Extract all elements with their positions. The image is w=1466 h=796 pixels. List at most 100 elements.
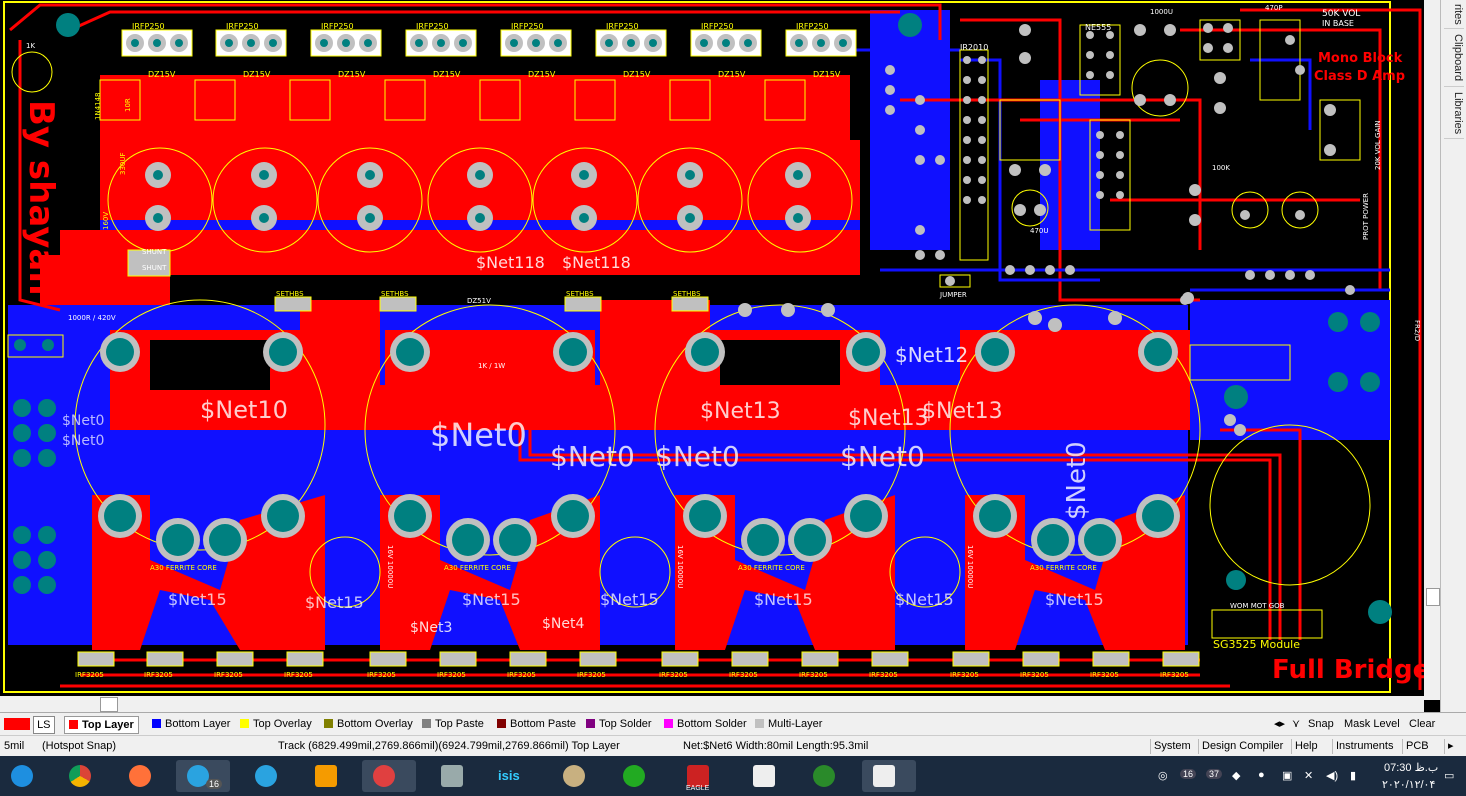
snap-button[interactable]: Snap (1308, 716, 1334, 732)
green-app-icon[interactable] (612, 760, 656, 792)
component-label: IRF3205 (214, 671, 243, 679)
layer-tab-top-solder[interactable]: Top Solder (586, 716, 652, 732)
tray-app-icon[interactable]: ◆ (1232, 769, 1240, 782)
layer-tab-label: Top Solder (599, 718, 652, 730)
component-label: IRFP250 (511, 22, 544, 31)
net-label: $Net15 (168, 590, 227, 609)
net-label: $Net13 (848, 406, 929, 431)
layer-tab-label: Top Paste (435, 718, 484, 730)
layer-tab-top-layer[interactable]: Top Layer (64, 716, 139, 734)
horizontal-scrollbar[interactable] (0, 696, 1424, 712)
chrome-icon[interactable] (58, 760, 102, 792)
net-label: $Net118 (476, 253, 545, 272)
layer-color-swatch (664, 719, 673, 728)
grid-size: 5mil (4, 740, 25, 752)
media-player-icon[interactable] (304, 760, 348, 792)
panel-tab-libraries[interactable]: Libraries (1444, 88, 1464, 139)
vertical-scroll-thumb[interactable] (1426, 588, 1440, 606)
volume-icon[interactable]: ◀) (1326, 769, 1338, 782)
telegram-desktop-icon[interactable]: 16 (176, 760, 230, 792)
design-compiler-button[interactable]: Design Compiler (1198, 739, 1286, 754)
panel-expand-icon[interactable]: ▸ (1444, 739, 1457, 754)
scanner-2-icon[interactable] (862, 760, 916, 792)
layer-tab-label: Bottom Solder (677, 718, 747, 730)
signal-icon[interactable]: ▮ (1350, 769, 1356, 782)
net-label: $Net0 (1062, 441, 1092, 520)
layer-color-swatch (422, 719, 431, 728)
layer-color-swatch (586, 719, 595, 728)
component-label: IRF3205 (659, 671, 688, 679)
paint-icon[interactable] (552, 760, 596, 792)
component-label: IRF3205 (144, 671, 173, 679)
snap-icon[interactable]: ⋎ (1292, 716, 1300, 732)
layer-tab-label: Bottom Overlay (337, 718, 413, 730)
class-d-text: Class D Amp (1314, 69, 1405, 84)
component-label: 20K VOL GAIN (1374, 120, 1382, 170)
instruments-button[interactable]: Instruments (1332, 739, 1396, 754)
layer-color-swatch (324, 719, 333, 728)
pcb-canvas[interactable]: By shayan Full Bridge SG3525 Module Mono… (0, 0, 1440, 712)
hotspot-snap: (Hotspot Snap) (42, 740, 116, 752)
net-label: $Net15 (600, 590, 659, 609)
isis-icon[interactable]: isis (490, 760, 534, 792)
system-button[interactable]: System (1150, 739, 1194, 754)
component-label: IRFP250 (796, 22, 829, 31)
right-dock-panel: rites Clipboard Libraries (1440, 0, 1466, 712)
tray-badge[interactable]: 16 (1180, 769, 1197, 779)
layer-nav-arrows[interactable]: ◂▸ (1274, 716, 1285, 732)
layer-tab-multi-layer[interactable]: Multi-Layer (755, 716, 822, 732)
clock-date[interactable]: ۲۰۲۰/۱۲/۰۴ (1382, 778, 1435, 791)
component-label: DZ15V (813, 70, 841, 79)
horizontal-scroll-thumb[interactable] (100, 697, 118, 712)
pcb-board[interactable]: By shayan Full Bridge SG3525 Module Mono… (0, 0, 1440, 712)
component-label: 1K / 1W (478, 362, 505, 370)
panel-tab-clipboard[interactable]: Clipboard (1444, 30, 1464, 87)
component-label: SETHBS (381, 290, 409, 298)
help-button[interactable]: Help (1291, 739, 1321, 754)
layer-tab-bottom-paste[interactable]: Bottom Paste (497, 716, 576, 732)
scanner-icon[interactable] (742, 760, 786, 792)
tray-app-icon[interactable]: ✕ (1304, 769, 1313, 782)
layer-tab-bottom-layer[interactable]: Bottom Layer (152, 716, 230, 732)
layer-tab-top-overlay[interactable]: Top Overlay (240, 716, 312, 732)
ls-button[interactable]: LS (4, 716, 55, 734)
browser-globe-icon[interactable] (802, 760, 846, 792)
layer-color-swatch (497, 719, 506, 728)
board-title-text: Full Bridge (1272, 655, 1430, 685)
component-label: 1N4148 (94, 92, 102, 120)
component-label: 1000R / 420V (68, 314, 116, 322)
calculator-icon[interactable] (430, 760, 474, 792)
component-label: 470P (1265, 4, 1283, 12)
component-label: 50K VOL (1322, 9, 1360, 19)
network-tray-icon[interactable]: ◎ (1158, 769, 1168, 782)
tray-badge[interactable]: 37 (1206, 769, 1223, 779)
layer-tab-bottom-solder[interactable]: Bottom Solder (664, 716, 747, 732)
net-label: $Net15 (1045, 590, 1104, 609)
component-label: IRF3205 (507, 671, 536, 679)
net-label: $Net3 (410, 620, 452, 636)
net-info: Net:$Net6 Width:80mil Length:95.3mil (683, 740, 869, 752)
eagle-icon[interactable]: EAGLE (676, 760, 720, 792)
internet-explorer-icon[interactable] (0, 760, 44, 792)
snipping-tool-icon[interactable] (362, 760, 416, 792)
net-label: $Net0 (655, 440, 740, 473)
mask-level-button[interactable]: Mask Level (1344, 716, 1400, 732)
tray-app-icon[interactable]: ▣ (1282, 769, 1292, 782)
panel-tab-favorites[interactable]: rites (1444, 0, 1464, 29)
component-label: SHUNT (142, 264, 167, 272)
firefox-icon[interactable] (118, 760, 162, 792)
component-label: IRF3205 (1090, 671, 1119, 679)
layer-tab-top-paste[interactable]: Top Paste (422, 716, 484, 732)
telegram-icon[interactable] (244, 760, 288, 792)
net-label: $Net10 (200, 396, 288, 424)
vertical-scrollbar[interactable] (1424, 0, 1440, 700)
pcb-button[interactable]: PCB (1402, 739, 1432, 754)
layer-tab-bottom-overlay[interactable]: Bottom Overlay (324, 716, 413, 732)
notification-icon[interactable]: ▭ (1444, 769, 1454, 782)
isis-label: isis (498, 768, 520, 783)
clear-button[interactable]: Clear (1409, 716, 1435, 732)
component-label: IRF3205 (1160, 671, 1189, 679)
clock-time[interactable]: 07:30 ب.ظ (1384, 761, 1438, 774)
component-label: SETHBS (566, 290, 594, 298)
tray-app-icon[interactable]: ● (1258, 769, 1265, 781)
